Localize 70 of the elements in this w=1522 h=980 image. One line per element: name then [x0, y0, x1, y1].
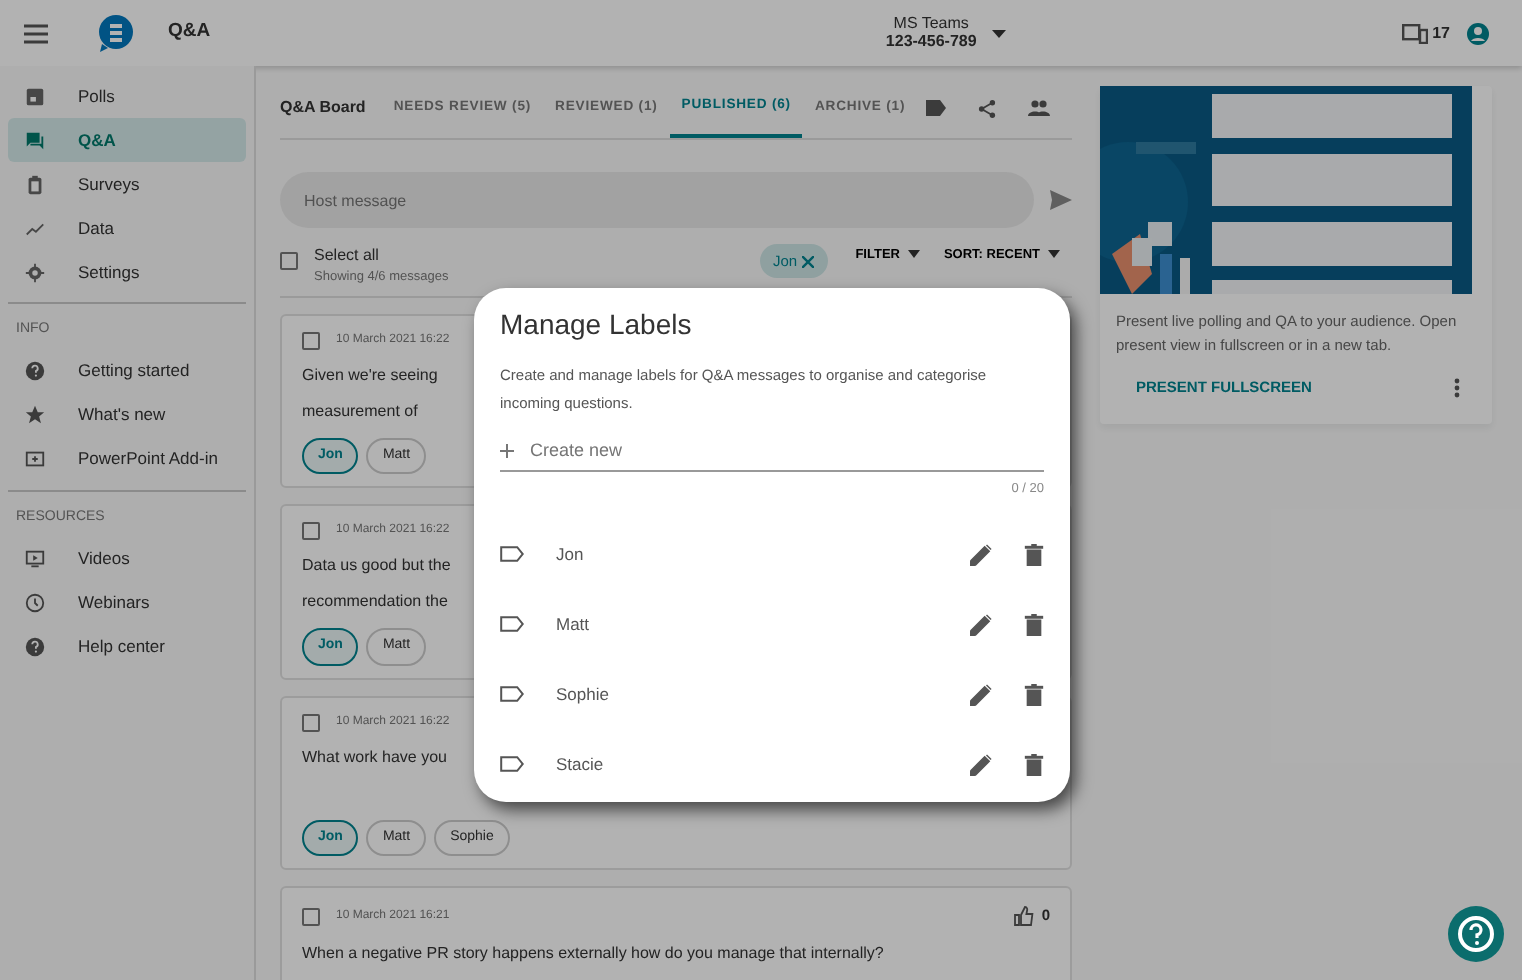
- help-icon: [24, 635, 46, 657]
- board-title: Q&A Board: [280, 96, 366, 121]
- sidebar-item[interactable]: Getting started: [8, 349, 246, 393]
- device-count: 17: [1432, 21, 1450, 45]
- plus-icon: [500, 444, 514, 458]
- message-text: What work have you: [302, 745, 447, 770]
- delete-icon[interactable]: [1024, 543, 1044, 566]
- label-icon: [500, 546, 524, 563]
- caret-icon[interactable]: [992, 29, 1007, 37]
- help-icon: [24, 360, 46, 382]
- sidebar-item[interactable]: Settings: [8, 250, 246, 294]
- message-checkbox[interactable]: [302, 331, 320, 350]
- close-icon[interactable]: [801, 256, 814, 269]
- event-name: MS Teams: [891, 15, 971, 33]
- message-checkbox[interactable]: [302, 522, 320, 541]
- help-icon[interactable]: [1448, 906, 1504, 962]
- caret-icon: [1048, 250, 1060, 259]
- label-icon: [500, 616, 524, 633]
- message-checkbox[interactable]: [302, 907, 320, 926]
- poll-icon: [24, 85, 46, 107]
- caret-icon: [907, 250, 920, 259]
- edit-icon[interactable]: [970, 613, 992, 636]
- sidebar-item[interactable]: What's new: [8, 393, 246, 437]
- event-code: 123-456-789: [885, 33, 977, 51]
- message-text: When a negative PR story happens externally how do you manage that internally?: [302, 941, 884, 966]
- dialog-title: Manage Labels: [500, 306, 694, 344]
- chat-icon: [24, 129, 46, 151]
- menu-icon[interactable]: [24, 23, 48, 43]
- sidebar-item[interactable]: Videos: [8, 536, 246, 580]
- more-icon[interactable]: [1454, 377, 1460, 398]
- sidebar-item[interactable]: Help center: [8, 624, 246, 668]
- sidebar-item[interactable]: Webinars: [8, 580, 246, 624]
- message-text: recommendation the: [302, 590, 448, 615]
- label-icon: [500, 686, 524, 703]
- label-name: Sophie: [556, 681, 609, 708]
- plus-box-icon: [24, 448, 46, 470]
- delete-icon[interactable]: [1024, 613, 1044, 636]
- star-icon: [24, 404, 46, 426]
- sidebar-item[interactable]: PowerPoint Add-in: [8, 437, 246, 481]
- share-icon[interactable]: [977, 99, 996, 118]
- edit-icon[interactable]: [970, 543, 992, 566]
- edit-icon[interactable]: [970, 683, 992, 706]
- edit-icon[interactable]: [970, 753, 992, 776]
- devices-icon: [1402, 23, 1429, 43]
- people-icon[interactable]: [1027, 100, 1050, 117]
- clipboard-icon: [24, 173, 46, 195]
- message-text: Data us good but the: [302, 554, 451, 579]
- account-icon[interactable]: [1466, 21, 1490, 45]
- label-name: Stacie: [556, 751, 604, 778]
- label-icon: [500, 756, 524, 773]
- thumbs-up-icon[interactable]: [1013, 906, 1034, 927]
- message-text: measurement of: [302, 399, 418, 424]
- sidebar-item[interactable]: Data: [8, 206, 246, 250]
- host-message-field[interactable]: Host message: [280, 172, 1034, 229]
- sidebar-item[interactable]: Surveys: [8, 162, 246, 206]
- clock-icon: [24, 591, 46, 613]
- label-name: Jon: [556, 541, 584, 568]
- logo-icon: [96, 13, 136, 53]
- label-name: Matt: [556, 611, 590, 638]
- send-icon[interactable]: [1050, 190, 1072, 211]
- message-checkbox[interactable]: [302, 713, 320, 732]
- app-title: Q&A: [168, 18, 211, 47]
- delete-icon[interactable]: [1024, 753, 1044, 776]
- select-all-label: Select all: [314, 244, 381, 269]
- label-icon[interactable]: [925, 100, 946, 117]
- delete-icon[interactable]: [1024, 683, 1044, 706]
- select-all-checkbox[interactable]: [280, 252, 298, 271]
- message-text: Given we're seeing: [302, 363, 438, 388]
- sidebar-item[interactable]: Polls: [8, 74, 246, 118]
- video-icon: [24, 547, 46, 569]
